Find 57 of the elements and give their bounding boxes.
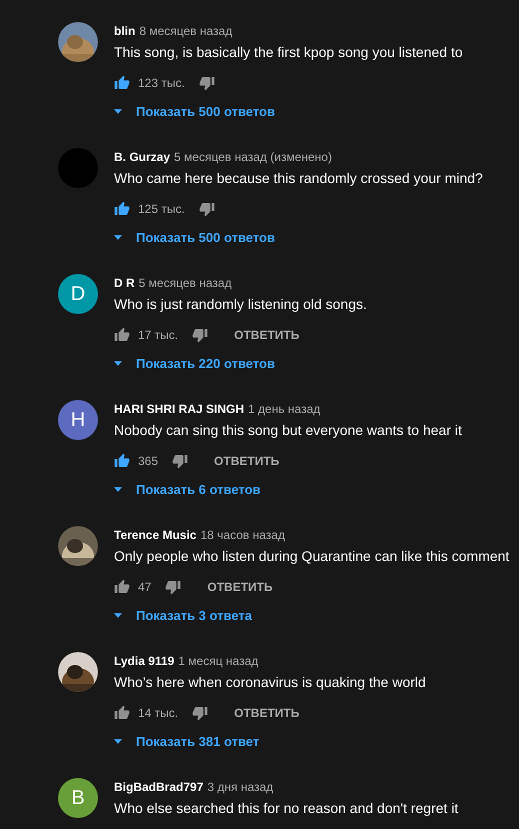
like-count: 14 тыс.	[138, 706, 178, 720]
thumbs-down-icon[interactable]	[198, 201, 215, 217]
thumbs-down-icon[interactable]	[192, 705, 208, 721]
author-name[interactable]: B. Gurzay	[114, 148, 170, 166]
thumbs-up-icon[interactable]	[114, 453, 130, 469]
thumbs-up-icon[interactable]	[114, 201, 130, 217]
reply-button[interactable]: ОТВЕТИТЬ	[206, 450, 288, 472]
comment-time[interactable]: 18 часов назад	[200, 526, 285, 544]
caret-icon	[114, 738, 122, 744]
show-replies-link[interactable]: Показать 500 ответов	[114, 99, 275, 123]
caret-icon	[114, 360, 122, 366]
comment-time[interactable]: 5 месяцев назад (изменено)	[174, 148, 332, 166]
like-count: 123 тыс.	[138, 76, 185, 90]
comment-time[interactable]: 8 месяцев назад	[139, 22, 232, 40]
author-name[interactable]: Lydia 9119	[114, 652, 174, 670]
comment-text: Who else searched this for no reason and don't regret it	[114, 799, 458, 818]
comment-text: Nobody can sing this song but everyone wants to hear it	[114, 421, 462, 440]
comment-time[interactable]: 5 месяцев назад	[138, 274, 232, 292]
show-replies-link[interactable]: Показать 381 ответ	[114, 729, 260, 753]
thumbs-up-icon[interactable]	[114, 327, 130, 343]
avatar[interactable]: D	[58, 274, 98, 314]
thumbs-up-icon[interactable]	[114, 579, 130, 595]
comment-text: Who’s here when coronavirus is quaking the world	[114, 673, 426, 692]
show-replies-link[interactable]: Показать 3 ответа	[114, 603, 252, 627]
reply-button[interactable]: ОТВЕТИТЬ	[199, 576, 281, 598]
reply-button[interactable]: ОТВЕТИТЬ	[226, 702, 308, 724]
caret-icon	[114, 234, 122, 240]
like-count: 365	[138, 454, 158, 468]
thumbs-down-icon[interactable]	[198, 75, 215, 91]
author-name[interactable]: BigBadBrad797	[114, 778, 204, 796]
thumbs-up-icon[interactable]	[114, 705, 130, 721]
comment-time[interactable]: 1 день назад	[248, 400, 320, 418]
author-name[interactable]: blin	[114, 22, 136, 40]
thumbs-up-icon[interactable]	[114, 75, 130, 91]
show-replies-link[interactable]: Показать 220 ответов	[114, 351, 275, 375]
thumbs-down-icon[interactable]	[172, 453, 188, 469]
thumbs-down-icon[interactable]	[192, 327, 208, 343]
comment-time[interactable]: 1 месяц назад	[178, 652, 258, 670]
like-count: 17 тыс.	[138, 328, 178, 342]
caret-icon	[114, 612, 122, 618]
like-count: 47	[138, 580, 152, 594]
author-name[interactable]: D R	[114, 274, 135, 292]
comment-text: This song, is basically the first kpop song you listened to	[114, 43, 463, 62]
show-replies-link[interactable]: Показать 500 ответов	[114, 225, 275, 249]
caret-icon	[114, 486, 122, 492]
comment-text: Who is just randomly listening old songs.	[114, 295, 367, 314]
comment-time[interactable]: 3 дня назад	[207, 778, 274, 796]
author-name[interactable]: Terence Music	[114, 526, 196, 544]
thumbs-down-icon[interactable]	[165, 579, 182, 595]
comment-text: Who came here because this randomly crossed your mind?	[114, 169, 483, 188]
avatar[interactable]: H	[58, 400, 98, 440]
caret-icon	[114, 108, 122, 114]
like-count: 125 тыс.	[138, 202, 185, 216]
author-name[interactable]: HARI SHRI RAJ SINGH	[114, 400, 244, 418]
show-replies-link[interactable]: Показать 6 ответов	[114, 477, 261, 501]
comment-text: Only people who listen during Quarantine can like this comment	[114, 547, 510, 566]
reply-button[interactable]: ОТВЕТИТЬ	[226, 324, 308, 346]
